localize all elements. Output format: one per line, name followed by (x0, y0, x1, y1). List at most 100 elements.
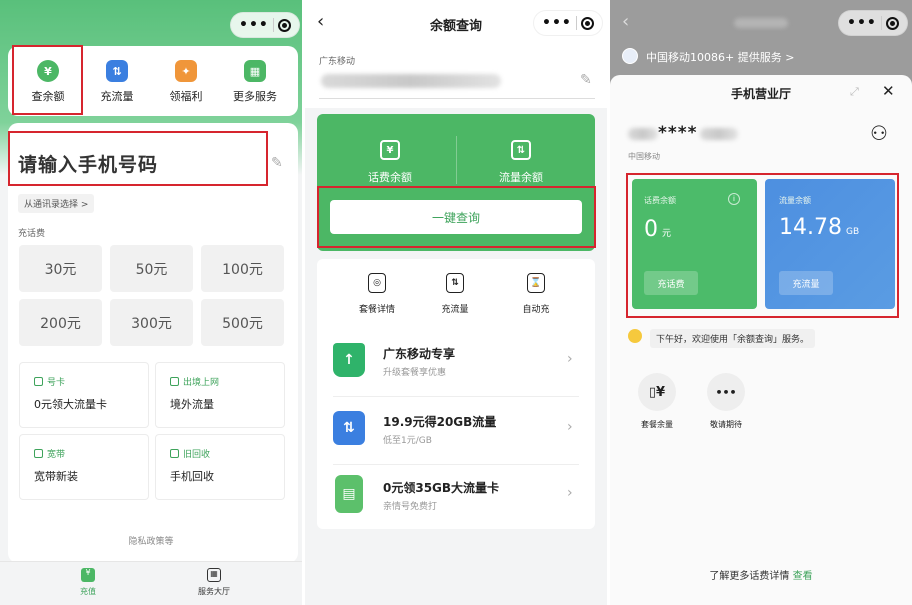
china-mobile-logo-icon (622, 48, 638, 64)
sheet-title: 手机营业厅 (730, 87, 791, 101)
package-balance-icon: ▯¥ (648, 384, 666, 400)
shortcut-label[interactable]: 自动充 (501, 302, 571, 315)
bottom-sheet: 手机营业厅 ⤢ ✕ **** 中国移动 ⚇ 话费余额 i 0元 充话费 流量余额… (610, 75, 912, 605)
edit-icon[interactable]: ✎ (580, 72, 592, 88)
more-icon[interactable]: ••• (847, 15, 877, 31)
data-balance-label: 流量余额 (779, 196, 811, 205)
balance-query-panel: ‹ 余额查询 ••• 广东移动 ✎ ¥ 话费余额 ⇅ 流量余额 一键查询 ◎ 套… (305, 0, 607, 605)
data-balance-value: 14.78 GB (779, 215, 859, 240)
recharge-call-button[interactable]: 充话费 (644, 271, 698, 295)
privacy-link[interactable]: 隐私政策等 (0, 534, 302, 547)
package-search-icon: ◎ (368, 273, 386, 293)
quick-action-more[interactable]: ▦ 更多服务 (220, 60, 290, 104)
plane-icon (170, 377, 179, 386)
action-label: 套餐余量 (641, 420, 673, 429)
quick-action-balance[interactable]: ¥ 查余额 (13, 60, 83, 104)
grid-tab-icon: ▦ (207, 568, 221, 582)
tab-recharge[interactable]: ¥ 充值 (58, 568, 118, 597)
chevron-right-icon: › (567, 485, 573, 501)
capsule-divider (880, 16, 882, 30)
close-target-icon[interactable] (580, 16, 594, 30)
service-text: 宽带新装 (34, 470, 78, 483)
close-target-icon[interactable] (277, 18, 291, 32)
close-target-icon[interactable] (885, 16, 899, 30)
provider-text[interactable]: 中国移动10086+ 提供服务 > (646, 49, 794, 65)
divider (319, 98, 595, 99)
blurred-number-prefix (628, 128, 658, 140)
promo-row[interactable]: ↑ 广东移动专享 升级套餐享优惠 › (317, 329, 595, 395)
gift-icon: ✦ (175, 60, 197, 82)
amount-option[interactable]: 200元 (19, 299, 102, 346)
service-tag: 宽带 (47, 450, 66, 460)
service-sim-card[interactable]: 号卡 0元领大流量卡 (19, 362, 149, 428)
miniprogram-capsule[interactable]: ••• (533, 10, 603, 36)
promo-title: 0元领35GB大流量卡 (383, 481, 500, 495)
broadband-icon (34, 449, 43, 458)
sim-card-icon: ▤ (335, 475, 363, 513)
contacts-link[interactable]: 从通讯录选择 > (18, 194, 95, 213)
footer-link[interactable]: 查看 (793, 571, 813, 582)
tab-bar: ¥ 充值 ▦ 服务大厅 (0, 561, 302, 605)
miniprogram-capsule[interactable]: ••• (838, 10, 908, 36)
action-label: 敬请期待 (710, 420, 742, 429)
footer-line: 了解更多话费详情 查看 (610, 567, 912, 582)
balance-item-label: 话费余额 (368, 171, 412, 184)
services-card: ◎ 套餐详情 ⇅ 充流量 ⌛ 自动充 ↑ 广东移动专享 升级套餐享优惠 › ⇅ … (317, 259, 595, 529)
promo-title: 广东移动专享 (383, 347, 456, 361)
tab-label: 服务大厅 (198, 587, 230, 596)
switch-user-icon[interactable]: ⚇ (870, 121, 888, 145)
more-icon[interactable]: ••• (239, 17, 269, 33)
phone-number-input[interactable]: 请输入手机号码 (18, 150, 158, 177)
chevron-right-icon: › (567, 419, 573, 435)
blurred-number-suffix (700, 128, 738, 140)
auto-recharge-icon: ⌛ (527, 273, 545, 293)
service-broadband[interactable]: 宽带 宽带新装 (19, 434, 149, 500)
edit-icon[interactable]: ✎ (271, 155, 283, 171)
coming-soon-button[interactable]: ••• (707, 373, 745, 411)
grid-icon: ▦ (244, 60, 266, 82)
recharge-data-button[interactable]: 充流量 (779, 271, 833, 295)
masked-number: **** (658, 123, 698, 143)
close-icon[interactable]: ✕ (882, 82, 895, 100)
more-icon[interactable]: ••• (542, 15, 572, 31)
tab-service-hall[interactable]: ▦ 服务大厅 (184, 568, 244, 597)
quick-action-data[interactable]: ⇅ 充流量 (82, 60, 152, 104)
service-tag: 旧回收 (183, 450, 211, 460)
recharge-title: 充话费 (18, 229, 46, 239)
blurred-phone-number (321, 74, 501, 88)
amount-option[interactable]: 50元 (110, 245, 193, 292)
shortcut-label[interactable]: 套餐详情 (342, 302, 412, 315)
query-button[interactable]: 一键查询 (330, 200, 582, 234)
sim-icon (34, 377, 43, 386)
quick-action-label: 领福利 (169, 90, 203, 103)
service-roaming[interactable]: 出境上网 境外流量 (155, 362, 285, 428)
promo-row[interactable]: ▤ 0元领35GB大流量卡 亲情号免费打 › (317, 463, 595, 529)
promo-row[interactable]: ⇅ 19.9元得20GB流量 低至1元/GB › (317, 397, 595, 463)
data-swap-icon: ⇅ (511, 140, 531, 160)
divider (456, 136, 457, 184)
expand-icon[interactable]: ⤢ (850, 85, 859, 99)
data-swap-icon: ⇅ (106, 60, 128, 82)
amount-option[interactable]: 100元 (201, 245, 284, 292)
shortcut-label[interactable]: 充流量 (420, 302, 490, 315)
call-balance-unit: 元 (662, 229, 672, 239)
promo-title: 19.9元得20GB流量 (383, 415, 497, 429)
call-balance-number: 0 (644, 217, 658, 242)
service-text: 境外流量 (170, 398, 214, 411)
service-recycle[interactable]: 旧回收 手机回收 (155, 434, 285, 500)
quick-action-welfare[interactable]: ✦ 领福利 (151, 60, 221, 104)
data-balance-number: 14.78 (779, 215, 842, 240)
amount-option[interactable]: 30元 (19, 245, 102, 292)
carrier-label: 中国移动 (628, 152, 660, 161)
amount-option[interactable]: 500元 (201, 299, 284, 346)
amount-option[interactable]: 300元 (110, 299, 193, 346)
capsule-divider (272, 18, 274, 32)
call-balance-card: 话费余额 i 0元 充话费 (632, 179, 757, 309)
miniprogram-capsule[interactable]: ••• (230, 12, 300, 38)
info-icon[interactable]: i (728, 193, 740, 205)
back-icon[interactable]: ‹ (622, 11, 629, 32)
ellipsis-icon: ••• (715, 385, 737, 399)
tab-label: 充值 (80, 587, 96, 596)
greeting-text: 下午好，欢迎使用「余额查询」服务。 (650, 329, 816, 348)
package-balance-button[interactable]: ▯¥ (638, 373, 676, 411)
